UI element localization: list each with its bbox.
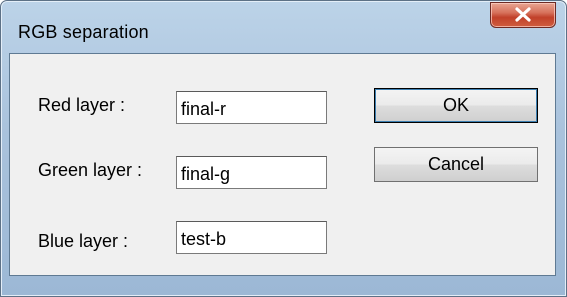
red-layer-input[interactable]	[176, 91, 327, 124]
red-layer-label: Red layer :	[38, 95, 126, 115]
green-layer-input[interactable]	[176, 156, 327, 189]
green-layer-label: Green layer :	[38, 160, 143, 180]
blue-layer-input[interactable]	[176, 221, 327, 254]
ok-button[interactable]: OK	[374, 88, 538, 123]
close-icon	[515, 7, 531, 22]
dialog-body: Red layer : Green layer : Blue layer : O…	[9, 53, 556, 276]
blue-layer-label: Blue layer :	[38, 231, 129, 251]
dialog-window: RGB separation Red layer : Green layer :…	[0, 0, 567, 297]
window-title: RGB separation	[18, 22, 149, 42]
title-bar[interactable]: RGB separation	[1, 1, 566, 43]
close-button[interactable]	[490, 2, 556, 28]
cancel-button[interactable]: Cancel	[374, 147, 538, 182]
